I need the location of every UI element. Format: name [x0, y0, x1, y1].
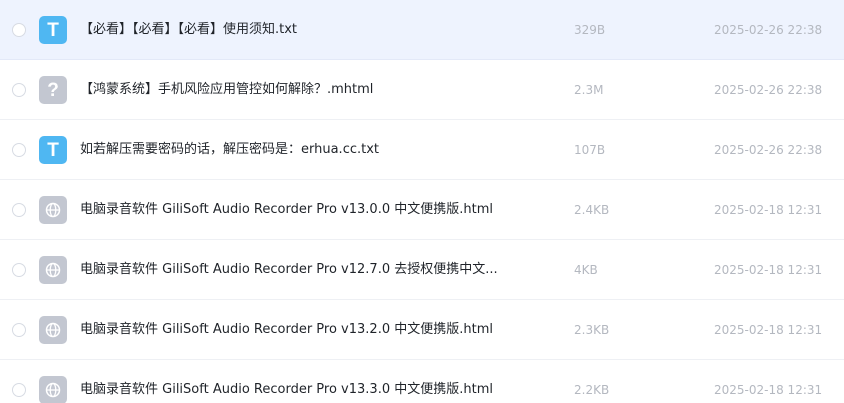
row-checkbox[interactable]: [12, 83, 26, 97]
file-row[interactable]: T 如若解压需要密码的话，解压密码是：erhua.cc.txt 107B 202…: [0, 120, 844, 180]
file-list: T 【必看】【必看】【必看】使用须知.txt 329B 2025-02-26 2…: [0, 0, 844, 403]
file-date: 2025-02-18 12:31: [714, 323, 823, 337]
file-name[interactable]: 【鸿蒙系统】手机风险应用管控如何解除？.mhtml: [80, 81, 510, 99]
row-checkbox[interactable]: [12, 263, 26, 277]
file-row[interactable]: 电脑录音软件 GiliSoft Audio Recorder Pro v12.7…: [0, 240, 844, 300]
file-name[interactable]: 电脑录音软件 GiliSoft Audio Recorder Pro v13.0…: [80, 201, 510, 219]
file-row[interactable]: 电脑录音软件 GiliSoft Audio Recorder Pro v13.3…: [0, 360, 844, 403]
unknown-file-icon: ?: [39, 76, 67, 104]
file-date: 2025-02-18 12:31: [714, 203, 823, 217]
file-size: 2.2KB: [574, 383, 610, 397]
row-checkbox[interactable]: [12, 203, 26, 217]
file-row[interactable]: ? 【鸿蒙系统】手机风险应用管控如何解除？.mhtml 2.3M 2025-02…: [0, 60, 844, 120]
file-row[interactable]: 电脑录音软件 GiliSoft Audio Recorder Pro v13.0…: [0, 180, 844, 240]
file-name[interactable]: 电脑录音软件 GiliSoft Audio Recorder Pro v13.3…: [80, 381, 510, 399]
file-size: 2.3M: [574, 83, 604, 97]
row-checkbox[interactable]: [12, 383, 26, 397]
file-size: 329B: [574, 23, 606, 37]
row-checkbox[interactable]: [12, 23, 26, 37]
file-row[interactable]: 电脑录音软件 GiliSoft Audio Recorder Pro v13.2…: [0, 300, 844, 360]
txt-file-icon: T: [39, 16, 67, 44]
globe-icon: [39, 376, 67, 403]
file-date: 2025-02-26 22:38: [714, 83, 823, 97]
file-name[interactable]: 【必看】【必看】【必看】使用须知.txt: [80, 21, 510, 39]
file-name[interactable]: 电脑录音软件 GiliSoft Audio Recorder Pro v12.7…: [80, 261, 510, 279]
file-date: 2025-02-26 22:38: [714, 143, 823, 157]
file-size: 2.4KB: [574, 203, 610, 217]
file-date: 2025-02-18 12:31: [714, 383, 823, 397]
row-checkbox[interactable]: [12, 323, 26, 337]
file-size: 4KB: [574, 263, 598, 277]
globe-icon: [39, 196, 67, 224]
file-name[interactable]: 电脑录音软件 GiliSoft Audio Recorder Pro v13.2…: [80, 321, 510, 339]
row-checkbox[interactable]: [12, 143, 26, 157]
file-name[interactable]: 如若解压需要密码的话，解压密码是：erhua.cc.txt: [80, 141, 510, 159]
globe-icon: [39, 256, 67, 284]
txt-file-icon: T: [39, 136, 67, 164]
file-row[interactable]: T 【必看】【必看】【必看】使用须知.txt 329B 2025-02-26 2…: [0, 0, 844, 60]
file-date: 2025-02-26 22:38: [714, 23, 823, 37]
file-date: 2025-02-18 12:31: [714, 263, 823, 277]
file-size: 107B: [574, 143, 606, 157]
file-size: 2.3KB: [574, 323, 610, 337]
globe-icon: [39, 316, 67, 344]
